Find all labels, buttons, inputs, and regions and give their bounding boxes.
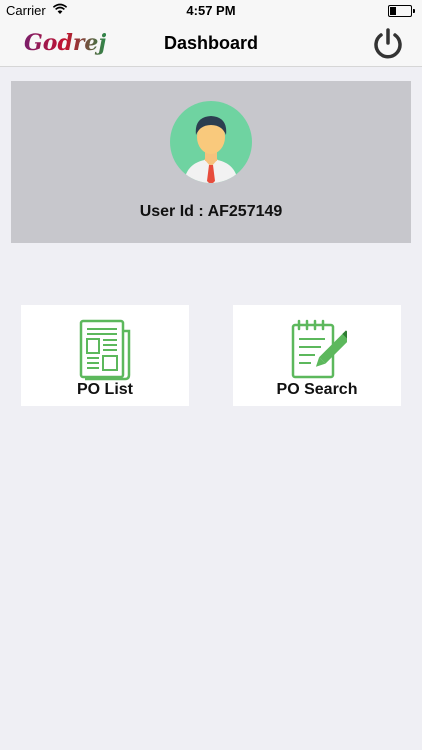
user-id-label: User Id : AF257149 <box>139 203 283 220</box>
document-list-icon <box>79 319 131 381</box>
status-bar: Carrier 4:57 PM <box>0 0 422 22</box>
page-title: Dashboard <box>163 33 259 53</box>
po-search-label: PO Search <box>276 381 358 398</box>
battery-icon <box>388 5 415 17</box>
po-list-label: PO List <box>76 381 133 398</box>
notepad-pencil-icon <box>291 319 347 379</box>
po-list-button[interactable]: PO List <box>21 305 189 406</box>
power-icon[interactable] <box>370 26 406 62</box>
navigation-bar: Godrej Dashboard <box>0 22 422 67</box>
po-search-button[interactable]: PO Search <box>233 305 401 406</box>
avatar-icon <box>170 101 252 183</box>
status-time: 4:57 PM <box>186 3 236 18</box>
profile-card: User Id : AF257149 <box>11 81 411 243</box>
